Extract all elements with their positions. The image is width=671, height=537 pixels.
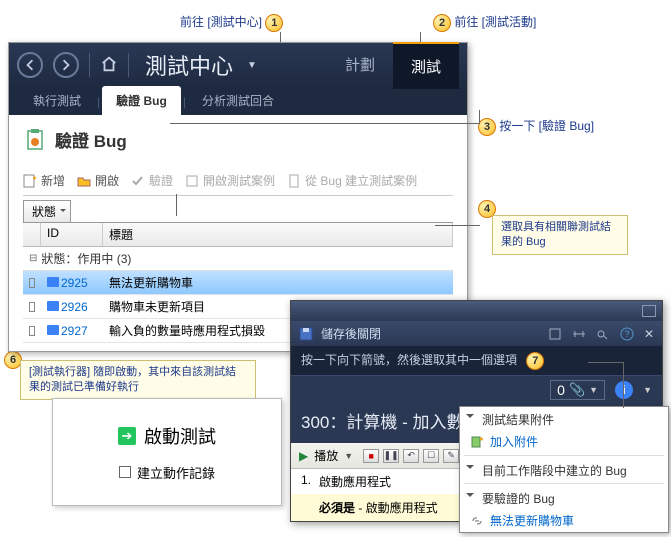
maximize-icon[interactable] bbox=[642, 305, 656, 317]
runner-toolbar: 儲存後關閉 ? ✕ bbox=[291, 321, 662, 346]
col-id[interactable]: ID bbox=[41, 223, 103, 246]
callout-3: 3 按一下 [驗證 Bug] bbox=[478, 117, 594, 136]
subtab-verify[interactable]: 驗證 Bug bbox=[102, 86, 181, 115]
tip-6: [測試執行器] 隨即啟動，其中來自該測試結果的測試已準備好執行 bbox=[20, 360, 256, 400]
reset-button[interactable]: ↶ bbox=[403, 449, 419, 463]
play-icon: ▶ bbox=[299, 449, 308, 463]
bug-id: 2927 bbox=[55, 321, 103, 341]
record-button[interactable]: ■ bbox=[363, 449, 379, 463]
title-dropdown-icon[interactable]: ▼ bbox=[247, 60, 257, 71]
checkbox-icon bbox=[119, 466, 131, 478]
state-bar: 狀態 bbox=[23, 200, 453, 223]
step-text: 啟動應用程式 bbox=[319, 473, 391, 490]
open-button[interactable]: 開啟 bbox=[77, 172, 119, 189]
callout-2: 2 前往 [測試活動] bbox=[433, 13, 536, 32]
chevron-down-icon[interactable]: ▼ bbox=[344, 451, 353, 461]
callout-1-text: 前往 [測試中心] bbox=[180, 15, 262, 29]
link-icon bbox=[470, 514, 484, 528]
menu-bug-link[interactable]: 無法更新購物車 bbox=[460, 509, 668, 532]
tip-4: 選取具有相關聯測試結果的 Bug bbox=[492, 215, 628, 255]
menu-section: 要驗證的 Bug bbox=[460, 486, 668, 509]
bug-button[interactable]: ✎ bbox=[443, 449, 459, 463]
connector-3 bbox=[170, 110, 480, 124]
clipboard-bug-icon bbox=[23, 128, 47, 152]
new-button[interactable]: 新增 bbox=[23, 172, 65, 189]
close-icon[interactable]: ✕ bbox=[644, 327, 654, 341]
doc-icon bbox=[287, 174, 301, 188]
step-controls: ■ ❚❚ ↶ ☐ ✎ bbox=[363, 449, 459, 463]
titlebar bbox=[291, 301, 662, 321]
badge-3: 3 bbox=[478, 118, 496, 136]
grid-header: ID 標題 bbox=[23, 223, 453, 247]
subtab-run[interactable]: 執行測試 bbox=[19, 86, 95, 115]
panel-title: 驗證 Bug bbox=[23, 127, 453, 152]
divider bbox=[128, 53, 129, 77]
create-action-log-checkbox[interactable]: 建立動作記錄 bbox=[119, 463, 215, 482]
tab-test[interactable]: 測試 bbox=[393, 42, 459, 89]
main-tabs: 計劃 測試 bbox=[327, 42, 459, 89]
bug-id: 2925 bbox=[55, 273, 103, 293]
pause-button[interactable]: ❚❚ bbox=[383, 449, 399, 463]
expand-toggle[interactable] bbox=[23, 299, 41, 315]
play-icon: ➔ bbox=[118, 427, 136, 445]
grid-row[interactable]: 2925 無法更新購物車 bbox=[23, 271, 453, 295]
app-header: 測試中心 ▼ 計劃 測試 bbox=[9, 43, 467, 87]
launch-panel: ➔ 啟動測試 建立動作記錄 bbox=[52, 398, 282, 506]
back-button[interactable] bbox=[17, 52, 43, 78]
app-title: 測試中心 bbox=[145, 49, 233, 81]
open-folder-icon bbox=[77, 174, 91, 188]
col-title[interactable]: 標題 bbox=[103, 223, 453, 246]
menu-section: 測試結果附件 bbox=[460, 407, 668, 430]
tool-icon-1[interactable] bbox=[548, 327, 562, 341]
verify-icon bbox=[131, 174, 145, 188]
bug-title: 無法更新購物車 bbox=[103, 271, 453, 294]
tool-icon-3[interactable] bbox=[596, 327, 610, 341]
verify-button[interactable]: 驗證 bbox=[131, 172, 173, 189]
open-case-icon bbox=[185, 174, 199, 188]
save-close-button[interactable]: 儲存後關閉 bbox=[321, 325, 381, 342]
badge-2: 2 bbox=[433, 14, 451, 32]
chevron-down-icon[interactable]: ▼ bbox=[643, 385, 652, 395]
add-attachment-icon bbox=[470, 435, 484, 449]
tool-icon-2[interactable] bbox=[572, 327, 586, 341]
forward-button[interactable] bbox=[53, 52, 79, 78]
connector-7 bbox=[588, 362, 624, 408]
home-icon[interactable] bbox=[100, 55, 118, 76]
badge-1: 1 bbox=[265, 14, 283, 32]
tab-plan[interactable]: 計劃 bbox=[327, 42, 393, 89]
connector-5 bbox=[176, 194, 177, 216]
divider bbox=[89, 53, 90, 77]
attachment-menu: 測試結果附件 加入附件 目前工作階段中建立的 Bug 要驗證的 Bug 無法更新… bbox=[459, 406, 669, 533]
play-button[interactable]: 播放 bbox=[314, 447, 338, 464]
callout-3-text: 按一下 [驗證 Bug] bbox=[499, 119, 594, 133]
expand-toggle[interactable] bbox=[23, 323, 41, 339]
step-number: 1. bbox=[301, 473, 311, 490]
create-case-button[interactable]: 從 Bug 建立測試案例 bbox=[287, 172, 417, 189]
badge-7: 7 bbox=[526, 352, 544, 370]
state-dropdown[interactable]: 狀態 bbox=[23, 200, 71, 223]
launch-test-button[interactable]: ➔ 啟動測試 bbox=[118, 423, 216, 449]
connector-4 bbox=[435, 225, 480, 226]
toolbar: 新增 開啟 驗證 開啟測試案例 從 Bug 建立測試案例 bbox=[23, 166, 453, 196]
bug-id: 2926 bbox=[55, 297, 103, 317]
expand-toggle[interactable] bbox=[23, 275, 41, 291]
menu-section: 目前工作階段中建立的 Bug bbox=[460, 458, 668, 481]
svg-text:?: ? bbox=[624, 329, 629, 339]
new-icon bbox=[23, 174, 37, 188]
callout-2-text: 前往 [測試活動] bbox=[454, 15, 536, 29]
paperclip-icon: 📎 bbox=[569, 382, 585, 398]
grid-group[interactable]: 狀態：作用中 (3) bbox=[23, 247, 453, 271]
menu-add-attachment[interactable]: 加入附件 bbox=[460, 430, 668, 453]
callout-1: 前往 [測試中心] 1 bbox=[180, 13, 283, 32]
save-icon bbox=[299, 327, 313, 341]
help-icon[interactable]: ? bbox=[620, 327, 634, 341]
camera-button[interactable]: ☐ bbox=[423, 449, 439, 463]
open-case-button[interactable]: 開啟測試案例 bbox=[185, 172, 275, 189]
